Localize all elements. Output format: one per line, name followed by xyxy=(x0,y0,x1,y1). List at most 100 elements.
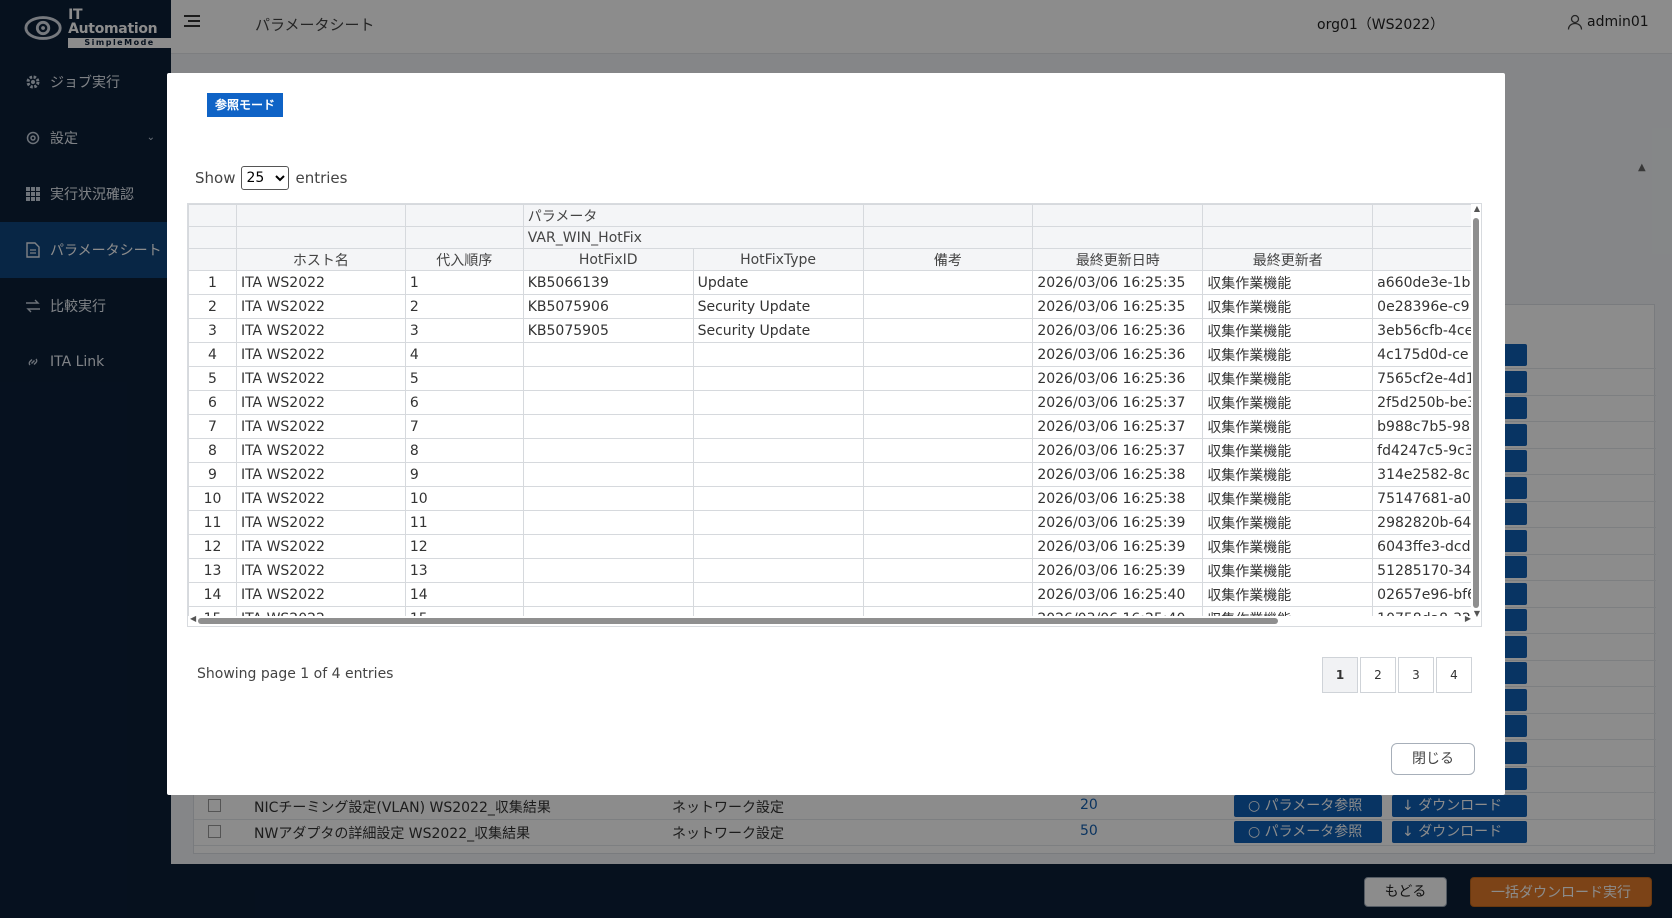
page-button-1[interactable]: 1 xyxy=(1322,657,1358,693)
table-cell xyxy=(862,294,1034,319)
table-cell xyxy=(692,366,864,391)
table-cell xyxy=(522,342,694,367)
column-header[interactable]: 最終更新者 xyxy=(1202,248,1374,271)
table-cell: 収集作業機能 xyxy=(1202,582,1374,607)
table-cell: 収集作業機能 xyxy=(1202,510,1374,535)
table-cell: 収集作業機能 xyxy=(1202,534,1374,559)
horizontal-scroll-thumb[interactable] xyxy=(198,618,1278,624)
page-button-2[interactable]: 2 xyxy=(1360,657,1396,693)
table-cell: 02657e96-bf6 xyxy=(1372,582,1481,607)
table-cell xyxy=(862,438,1034,463)
table-cell: ITA WS2022 xyxy=(235,486,406,511)
table-cell: 12 xyxy=(188,534,237,559)
table-cell xyxy=(522,462,694,487)
table-cell xyxy=(862,270,1034,295)
table-cell: 収集作業機能 xyxy=(1202,558,1374,583)
table-cell: 7565cf2e-4d1 xyxy=(1372,366,1481,391)
table-cell xyxy=(862,318,1034,343)
header-cell xyxy=(235,226,406,249)
table-cell: 10 xyxy=(404,486,524,511)
header-cell xyxy=(1202,204,1374,227)
table-cell: 2026/03/06 16:25:37 xyxy=(1032,390,1204,415)
table-cell xyxy=(522,486,694,511)
table-cell: 2 xyxy=(404,294,524,319)
table-cell xyxy=(862,342,1034,367)
table-row: 11 ITA WS2022 11 2026/03/06 16:25:39 収集作業機能 2… xyxy=(188,510,1481,535)
table-cell xyxy=(522,438,694,463)
table-row: 7 ITA WS2022 7 2026/03/06 16:25:37 収集作業機能 b98… xyxy=(188,414,1481,439)
table-cell: b988c7b5-98 xyxy=(1372,414,1481,439)
table-cell: 収集作業機能 xyxy=(1202,294,1374,319)
column-header[interactable]: HotFixType xyxy=(692,248,864,271)
page-button-4[interactable]: 4 xyxy=(1436,657,1472,693)
table-cell xyxy=(522,558,694,583)
table-cell: 5 xyxy=(188,366,237,391)
table-cell xyxy=(522,390,694,415)
header-cell xyxy=(1372,226,1481,249)
table-subgroup-header-row: VAR_WIN_HotFix xyxy=(188,226,1481,249)
table-cell xyxy=(862,534,1034,559)
table-row: 12 ITA WS2022 12 2026/03/06 16:25:39 収集作業機能 6… xyxy=(188,534,1481,559)
table-cell: 7 xyxy=(404,414,524,439)
column-header[interactable]: 代入順序 xyxy=(404,248,524,271)
table-cell: 3 xyxy=(404,318,524,343)
table-cell xyxy=(862,414,1034,439)
column-header[interactable] xyxy=(188,248,237,271)
vertical-scroll-thumb[interactable] xyxy=(1473,218,1479,608)
table-cell: 314e2582-8c xyxy=(1372,462,1481,487)
table-cell: 7 xyxy=(188,414,237,439)
table-cell: 2026/03/06 16:25:38 xyxy=(1032,462,1204,487)
table-cell: 収集作業機能 xyxy=(1202,486,1374,511)
table-row: 8 ITA WS2022 8 2026/03/06 16:25:37 収集作業機能 fd4… xyxy=(188,438,1481,463)
table-cell: ITA WS2022 xyxy=(235,558,406,583)
parameter-table-container[interactable]: パラメータ VAR_WIN_HotFix ホスト名 代入順序 HotFixID HotFi… xyxy=(187,203,1482,627)
table-cell: ITA WS2022 xyxy=(235,510,406,535)
close-button[interactable]: 閉じる xyxy=(1391,743,1475,775)
table-cell: 収集作業機能 xyxy=(1202,438,1374,463)
table-cell xyxy=(862,558,1034,583)
show-label: Show xyxy=(195,169,236,187)
table-cell xyxy=(522,534,694,559)
table-cell: fd4247c5-9c3 xyxy=(1372,438,1481,463)
table-cell: KB5075906 xyxy=(522,294,694,319)
table-row: 10 ITA WS2022 10 2026/03/06 16:25:38 収集作業機能 7… xyxy=(188,486,1481,511)
pagination-info: Showing page 1 of 4 entries xyxy=(197,666,394,682)
vertical-scrollbar[interactable]: ▲ ▼ xyxy=(1471,204,1481,626)
table-cell xyxy=(692,342,864,367)
table-cell: 2 xyxy=(188,294,237,319)
page-size-select[interactable]: 25 xyxy=(241,166,290,190)
table-cell: 収集作業機能 xyxy=(1202,342,1374,367)
table-cell xyxy=(862,462,1034,487)
table-cell xyxy=(862,486,1034,511)
table-column-header-row: ホスト名 代入順序 HotFixID HotFixType 備考 最終更新日時 最終更新者 xyxy=(188,248,1481,271)
table-cell: 4 xyxy=(404,342,524,367)
table-cell: 3eb56cfb-4ce xyxy=(1372,318,1481,343)
column-header[interactable]: ホスト名 xyxy=(235,248,406,271)
column-header[interactable]: HotFixID xyxy=(522,248,694,271)
table-cell: 2026/03/06 16:25:36 xyxy=(1032,342,1204,367)
table-cell: 6043ffe3-dcd xyxy=(1372,534,1481,559)
table-cell: 14 xyxy=(188,582,237,607)
table-cell: 2982820b-64 xyxy=(1372,510,1481,535)
scroll-down-icon[interactable]: ▼ xyxy=(1474,609,1480,618)
table-cell: 2026/03/06 16:25:38 xyxy=(1032,486,1204,511)
table-cell xyxy=(692,534,864,559)
page-button-3[interactable]: 3 xyxy=(1398,657,1434,693)
scroll-up-icon[interactable]: ▲ xyxy=(1474,204,1480,213)
horizontal-scrollbar[interactable]: ◀ ▶ xyxy=(188,614,1473,626)
scroll-right-icon[interactable]: ▶ xyxy=(1465,614,1471,623)
table-row: 4 ITA WS2022 4 2026/03/06 16:25:36 収集作業機能 4c1… xyxy=(188,342,1481,367)
column-header[interactable]: 備考 xyxy=(862,248,1034,271)
column-header[interactable]: 最終更新日時 xyxy=(1032,248,1204,271)
table-cell: 収集作業機能 xyxy=(1202,414,1374,439)
table-cell: 8 xyxy=(188,438,237,463)
table-cell: ITA WS2022 xyxy=(235,438,406,463)
table-cell xyxy=(692,390,864,415)
table-row: 6 ITA WS2022 6 2026/03/06 16:25:37 収集作業機能 2f5… xyxy=(188,390,1481,415)
scroll-left-icon[interactable]: ◀ xyxy=(190,614,196,623)
table-cell: 75147681-a0 xyxy=(1372,486,1481,511)
header-cell xyxy=(404,204,524,227)
column-header[interactable] xyxy=(1372,248,1481,271)
table-cell: 13 xyxy=(188,558,237,583)
table-cell: 0e28396e-c9 xyxy=(1372,294,1481,319)
